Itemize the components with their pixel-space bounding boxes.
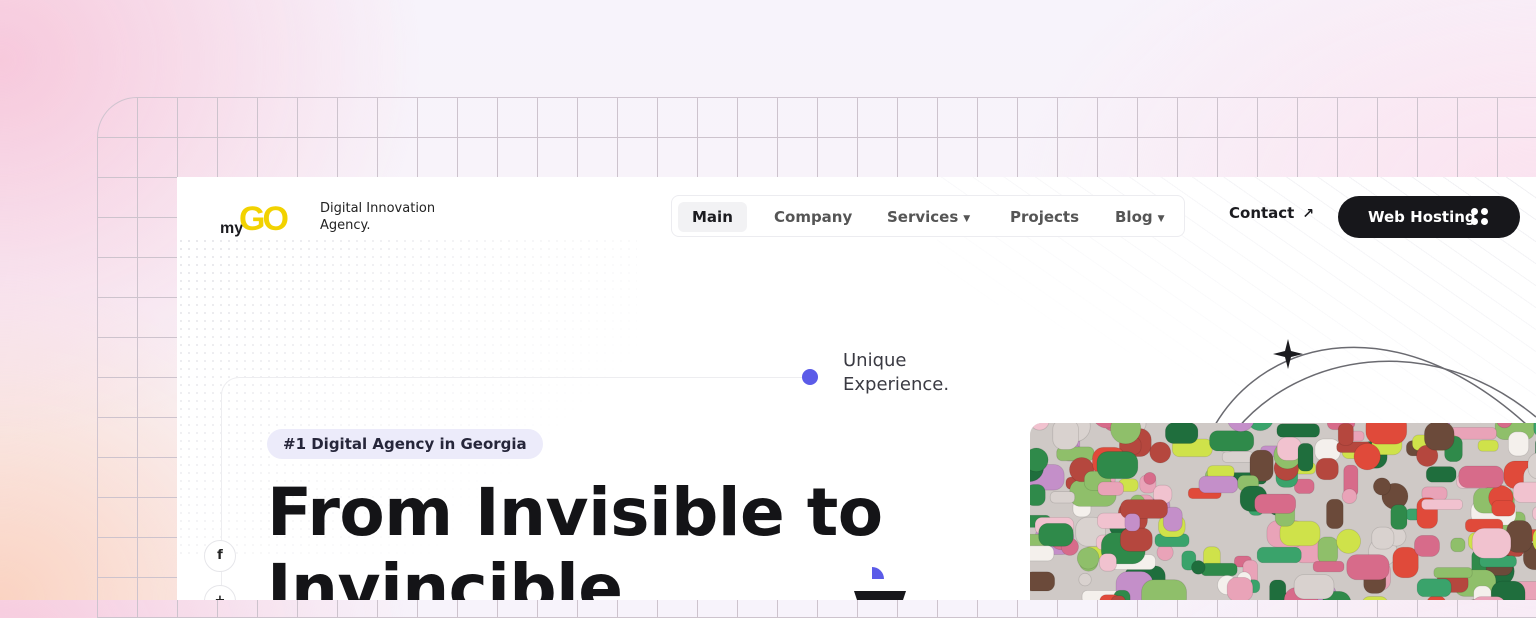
facebook-icon: f	[217, 548, 223, 563]
abstract-block	[1227, 577, 1253, 600]
abstract-block	[1100, 554, 1117, 572]
abstract-block	[1492, 500, 1515, 516]
arrow-up-right-icon: ↗	[1302, 206, 1314, 222]
abstract-block	[1199, 476, 1238, 493]
abstract-block	[1472, 528, 1511, 558]
unique-experience-annotation: Unique Experience.	[843, 349, 1003, 397]
abstract-block	[1255, 494, 1296, 513]
abstract-block	[1222, 452, 1253, 463]
abstract-block	[1422, 499, 1463, 509]
chevron-down-icon: ▼	[963, 214, 970, 224]
abstract-block	[1039, 523, 1074, 546]
abstract-block	[1030, 572, 1055, 591]
nav-item-label: Main	[692, 208, 733, 226]
abstract-block	[1372, 527, 1394, 549]
abstract-block	[1257, 547, 1301, 562]
brand-tagline: Digital Innovation Agency.	[320, 200, 460, 234]
abstract-block	[1298, 443, 1313, 471]
annotation-line-2: Experience.	[843, 373, 1003, 397]
abstract-block	[1150, 442, 1171, 463]
abstract-block	[1342, 489, 1357, 504]
abstract-block	[1120, 528, 1152, 551]
nav-item-label: Projects	[1010, 208, 1079, 226]
abstract-block	[1111, 596, 1125, 600]
nav-item-company[interactable]: Company	[774, 202, 852, 232]
abstract-block	[1165, 423, 1198, 443]
abstract-block	[1294, 575, 1334, 599]
nav-item-services[interactable]: Services ▼	[887, 202, 970, 232]
abstract-block	[1050, 492, 1074, 503]
nav-item-blog[interactable]: Blog ▼	[1115, 202, 1165, 232]
abstract-block	[1142, 580, 1187, 600]
abstract-block	[1347, 555, 1389, 580]
abstract-block	[1478, 440, 1498, 451]
abstract-block	[1097, 452, 1138, 479]
contact-link[interactable]: Contact ↗	[1229, 204, 1314, 222]
abstract-block	[1417, 579, 1451, 597]
abstract-block	[1326, 499, 1343, 528]
abstract-block	[1144, 472, 1156, 484]
abstract-block	[1098, 482, 1124, 496]
contact-label: Contact	[1229, 204, 1294, 222]
abstract-block	[1362, 597, 1388, 600]
hero-title-line-2: Invincible	[267, 551, 883, 600]
abstract-block	[1424, 423, 1454, 450]
abstract-block	[1451, 538, 1465, 552]
abstract-block	[1313, 561, 1344, 572]
facebook-button[interactable]: f	[204, 540, 236, 572]
nav-item-label: Blog	[1115, 208, 1153, 226]
abstract-block	[1373, 478, 1390, 495]
grid-dots-icon	[1471, 208, 1489, 226]
hero-title: From Invisible to Invincible	[267, 475, 883, 600]
abstract-block	[1316, 458, 1338, 479]
abstract-block	[1079, 573, 1091, 585]
nav-item-projects[interactable]: Projects	[1010, 202, 1079, 232]
main-nav: Main Company Services ▼ Projects Blog ▼	[671, 195, 1185, 237]
abstract-block	[1077, 547, 1099, 569]
chevron-down-icon: ▼	[1158, 214, 1165, 224]
logo-main: GO	[239, 200, 288, 238]
abstract-block	[1277, 424, 1320, 437]
annotation-line-1: Unique	[843, 349, 1003, 373]
tagline-line-2: Agency.	[320, 217, 460, 234]
abstract-block	[1426, 467, 1456, 483]
abstract-block	[1391, 505, 1407, 530]
abstract-block	[1125, 514, 1140, 531]
abstract-block	[1210, 431, 1254, 451]
orbit-arcs-decoration	[1197, 317, 1536, 437]
abstract-block	[1513, 482, 1536, 502]
hero-title-line-1: From Invisible to	[267, 475, 883, 551]
abstract-block	[1318, 537, 1338, 565]
mygo-logo[interactable]: my GO	[217, 199, 297, 239]
agency-badge: #1 Digital Agency in Georgia	[267, 429, 543, 459]
abstract-block	[1338, 424, 1353, 446]
social-icon: +	[215, 593, 226, 600]
abstract-block	[1459, 466, 1504, 488]
nav-item-label: Company	[774, 208, 852, 226]
website-page: my GO Digital Innovation Agency. Main Co…	[177, 177, 1536, 600]
abstract-block	[1030, 546, 1054, 561]
nav-item-main[interactable]: Main	[678, 202, 747, 232]
shape-decoration	[852, 563, 912, 600]
web-hosting-button[interactable]: Web Hosting	[1338, 196, 1520, 238]
tagline-line-1: Digital Innovation	[320, 200, 460, 217]
abstract-block	[1270, 580, 1286, 600]
abstract-block	[1336, 529, 1360, 553]
abstract-block	[1414, 535, 1439, 556]
abstract-block	[1366, 423, 1407, 444]
abstract-block	[1354, 443, 1380, 469]
abstract-block	[1393, 547, 1418, 577]
abstract-block	[1201, 563, 1237, 575]
abstract-block	[1030, 484, 1045, 505]
abstract-block	[1191, 561, 1205, 575]
abstract-block	[1434, 567, 1472, 577]
sparkle-icon	[1273, 339, 1303, 369]
purple-dot-marker	[802, 369, 818, 385]
nav-item-label: Services	[887, 208, 958, 226]
abstract-block	[1508, 432, 1528, 456]
abstract-block	[1053, 423, 1079, 450]
hero-abstract-image	[1030, 423, 1536, 600]
web-hosting-label: Web Hosting	[1368, 208, 1476, 226]
